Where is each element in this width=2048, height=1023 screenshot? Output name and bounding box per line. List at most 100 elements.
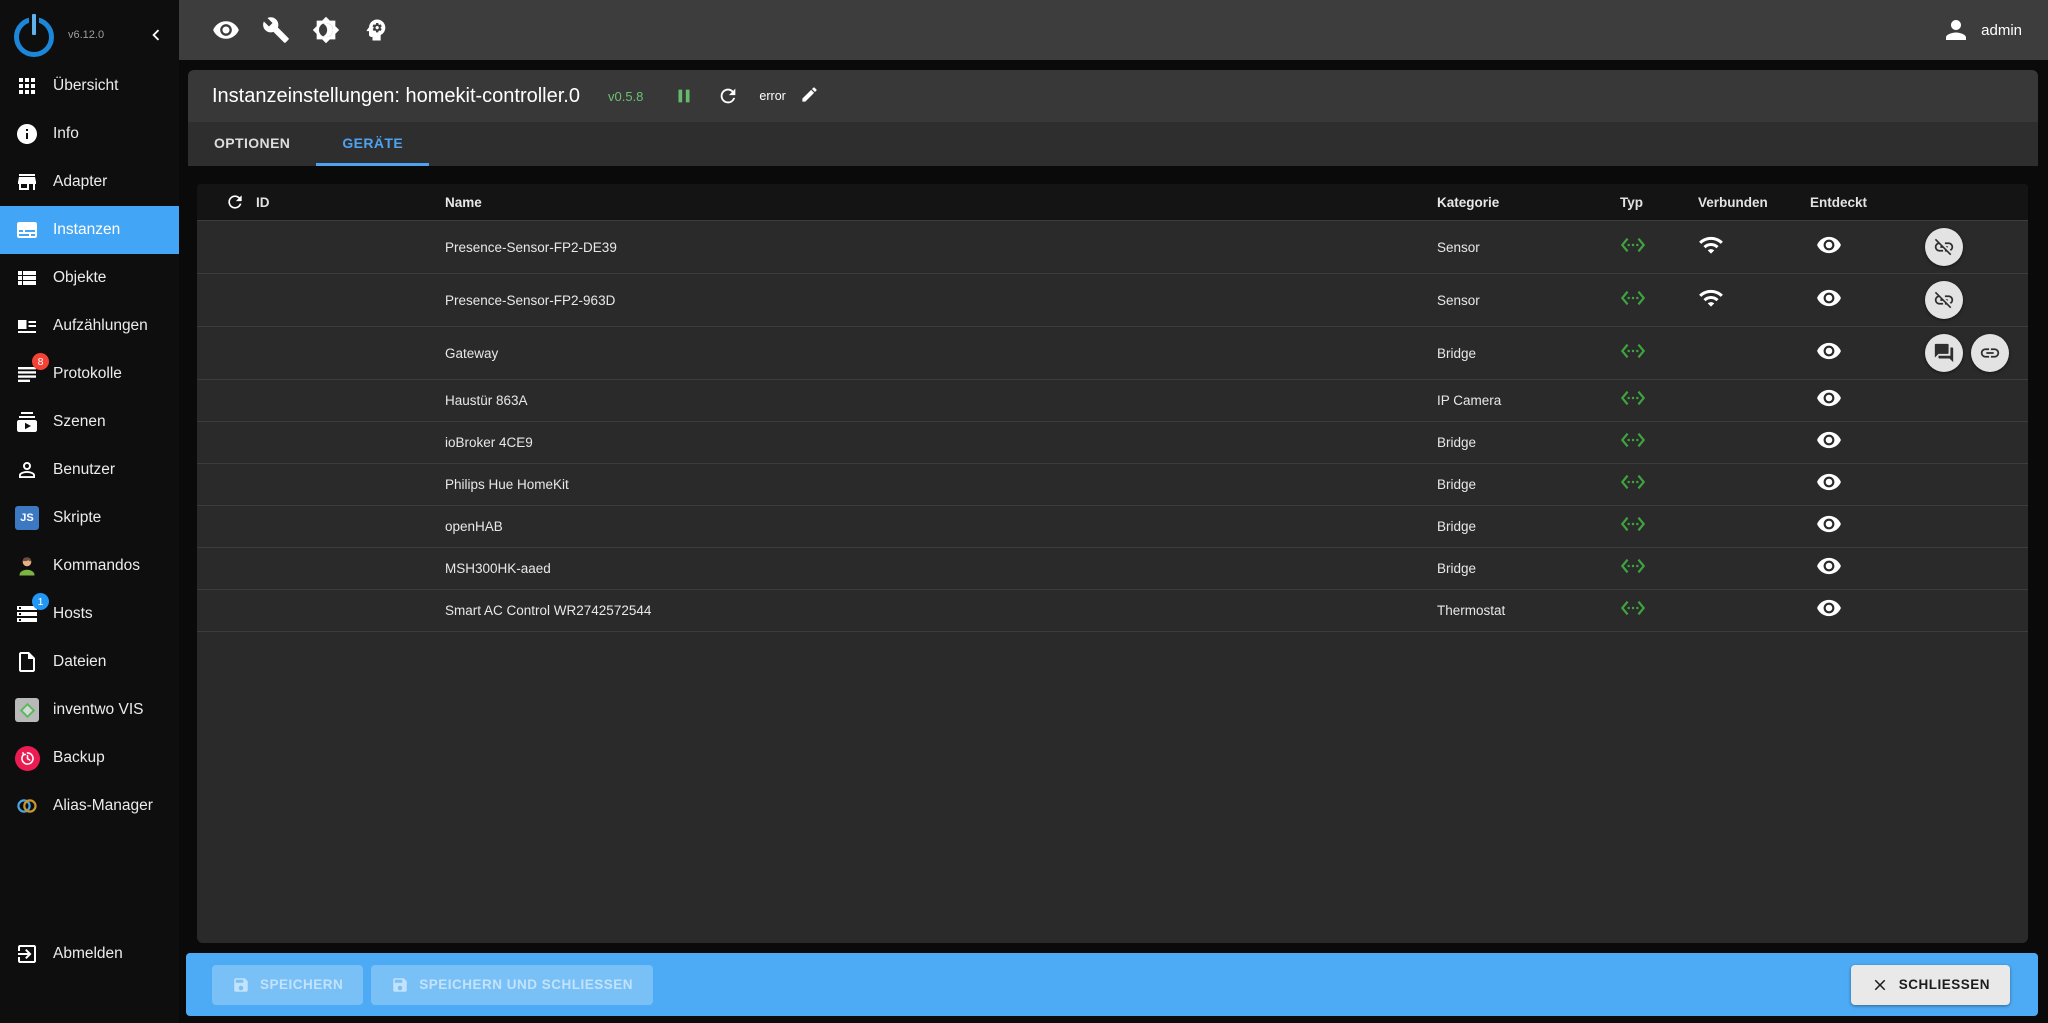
sidebar-item-label: Instanzen [53,221,121,238]
pause-instance-button[interactable] [673,85,695,107]
hosts-badge: 1 [32,593,49,610]
visibility-icon[interactable] [212,16,240,44]
wrench-icon[interactable] [262,16,290,44]
tab-optionen[interactable]: OPTIONEN [188,122,316,166]
close-button[interactable]: SCHLIESSEN [1850,964,2010,1005]
device-category: Bridge [1437,345,1477,361]
sidebar-item-uebersicht[interactable]: Übersicht [0,62,179,110]
settings-ethernet-icon [1620,232,1646,263]
javascript-icon: JS [15,506,39,530]
device-type-cell [1620,511,1698,542]
user-menu[interactable]: admin [1941,15,2048,45]
device-discovered-cell [1810,511,1922,542]
theme-toggle-icon[interactable] [312,16,340,44]
tab-geräte[interactable]: GERÄTE [316,122,430,166]
alias-icon [14,793,40,819]
save-icon [393,977,408,992]
pair-device-button[interactable] [1971,334,2009,372]
sidebar-item-hosts[interactable]: 1 Hosts [0,590,179,638]
device-row: Smart AC Control WR2742572544 Thermostat [197,590,2028,632]
sidebar-item-skripte[interactable]: JS Skripte [0,494,179,542]
instance-settings-dialog: Instanzeinstellungen: homekit-controller… [188,70,2038,943]
edit-log-level-button[interactable] [800,85,822,107]
person-outline-icon [14,457,40,483]
sidebar-item-label: Abmelden [53,945,123,962]
device-actions-cell [1922,334,2028,372]
unpair-device-button[interactable] [1925,281,1963,319]
vis-icon [14,697,40,723]
sidebar-item-instanzen[interactable]: Instanzen [0,206,179,254]
device-messages-button[interactable] [1925,334,1963,372]
save-button[interactable]: SPEICHERN [212,964,364,1005]
sidebar-collapse-button[interactable] [145,24,167,46]
logout-icon [14,941,40,967]
apps-icon [14,73,40,99]
sidebar-item-kommandos[interactable]: Kommandos [0,542,179,590]
device-category: Thermostat [1437,603,1506,618]
dialog-tabs: OPTIONEN GERÄTE [188,122,2038,166]
sidebar-item-szenen[interactable]: Szenen [0,398,179,446]
restart-instance-button[interactable] [717,85,739,107]
sidebar-item-label: Hosts [53,605,93,622]
column-header-kategorie: Kategorie [1437,194,1500,210]
device-type-cell [1620,285,1698,316]
store-icon [14,169,40,195]
settings-ethernet-icon [1620,427,1646,458]
device-row: Presence-Sensor-FP2-963D Sensor [197,274,2028,327]
sidebar-item-objekte[interactable]: Objekte [0,254,179,302]
sidebar-item-logout[interactable]: Abmelden [0,930,179,978]
reload-devices-icon[interactable] [225,192,245,212]
close-x-icon [1874,979,1885,990]
sidebar-item-aufzaehlungen[interactable]: Aufzählungen [0,302,179,350]
eye-icon [1816,232,1842,263]
expert-mode-icon[interactable] [362,16,390,44]
sidebar-item-adapter[interactable]: Adapter [0,158,179,206]
sidebar-item-alias-manager[interactable]: Alias-Manager [0,782,179,830]
pencil-icon [802,87,817,102]
unlink-icon [1934,291,1954,309]
sidebar-item-info[interactable]: Info [0,110,179,158]
device-discovered-cell [1810,232,1922,263]
device-type-cell [1620,385,1698,416]
panel-empty-space [197,632,2028,943]
sidebar: v6.12.0 Übersicht Info Adapter Instanzen Obj… [0,0,179,1023]
unlink-icon [1934,238,1954,256]
iobroker-logo-icon [12,11,58,59]
device-row: openHAB Bridge [197,506,2028,548]
sidebar-item-inventwo-vis[interactable]: inventwo VIS [0,686,179,734]
sidebar-header: v6.12.0 [0,0,179,62]
dialog-footer: SPEICHERN SPEICHERN UND SCHLIESSEN SCHLI… [186,953,2038,1016]
device-discovered-cell [1810,338,1922,369]
device-row: MSH300HK-aaed Bridge [197,548,2028,590]
sidebar-item-label: Info [53,125,79,142]
device-category: Bridge [1437,477,1477,492]
device-name: Presence-Sensor-FP2-DE39 [445,239,617,255]
sidebar-item-label: Kommandos [53,557,141,574]
settings-ethernet-icon [1620,595,1646,626]
device-name: MSH300HK-aaed [445,561,551,576]
device-type-cell [1620,427,1698,458]
unpair-device-button[interactable] [1925,228,1963,266]
settings-ethernet-icon [1620,511,1646,542]
sidebar-item-protokolle[interactable]: 8 Protokolle [0,350,179,398]
sidebar-item-dateien[interactable]: Dateien [0,638,179,686]
device-discovered-cell [1810,285,1922,316]
link-icon [1980,348,2000,358]
adapter-version-label: v0.5.8 [608,88,644,104]
table-header-row: ID Name Kategorie Typ Verbunden Entdeckt [197,184,2028,221]
device-category: Sensor [1437,239,1480,255]
device-name: ioBroker 4CE9 [445,435,533,450]
device-name: openHAB [445,519,503,534]
device-connected-cell [1698,285,1810,316]
wifi-icon [1698,285,1724,316]
device-category: Bridge [1437,561,1477,576]
backup-icon [14,745,40,771]
eye-icon [1816,285,1842,316]
viewlist-icon [14,265,40,291]
save-and-close-button[interactable]: SPEICHERN UND SCHLIESSEN [371,964,654,1005]
device-row: ioBroker 4CE9 Bridge [197,422,2028,464]
device-connected-cell [1698,232,1810,263]
device-discovered-cell [1810,553,1922,584]
sidebar-item-benutzer[interactable]: Benutzer [0,446,179,494]
sidebar-item-backup[interactable]: Backup [0,734,179,782]
